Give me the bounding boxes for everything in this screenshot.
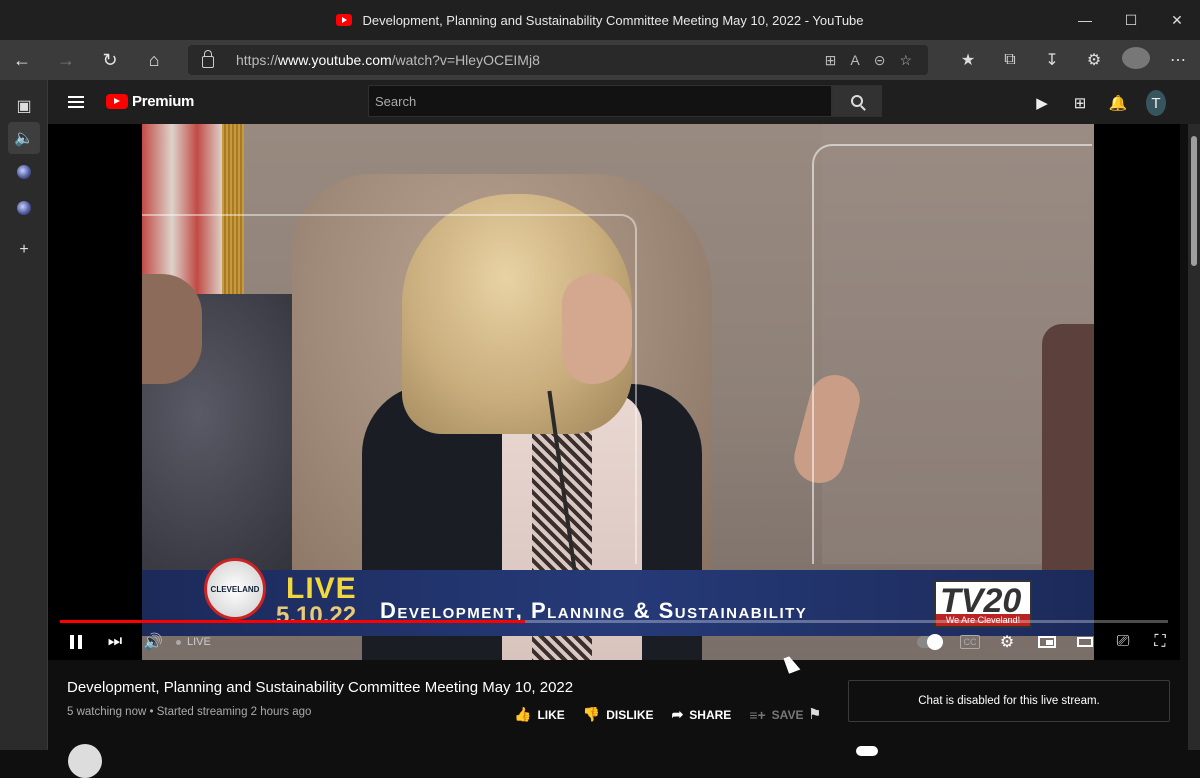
city-seal-logo: CLEVELAND: [204, 558, 266, 620]
share-button[interactable]: ➦ SHARE: [672, 706, 732, 723]
refresh-icon[interactable]: ↻: [88, 40, 132, 80]
home-icon[interactable]: ⌂: [132, 40, 176, 80]
share-icon: ➦: [671, 706, 684, 722]
minimize-icon[interactable]: —: [1062, 0, 1108, 40]
stream-start: Started streaming 2 hours ago: [156, 706, 312, 718]
subscribe-pill[interactable]: [856, 746, 878, 756]
progress-fill: [60, 620, 526, 623]
live-badge[interactable]: LIVE: [176, 630, 211, 654]
search-icon: [851, 95, 863, 107]
fullscreen-icon[interactable]: ⛶: [1150, 630, 1170, 654]
youtube-logo[interactable]: Premium: [106, 93, 194, 110]
browser-toolbar: ← → ↻ ⌂ https://www.youtube.com/watch?v=…: [0, 40, 1200, 80]
window-controls: — ☐ ✕: [1062, 0, 1200, 40]
favorites-icon[interactable]: ★: [954, 50, 982, 70]
like-button[interactable]: 👍 LIKE: [514, 706, 565, 723]
notifications-icon[interactable]: 🔔: [1108, 94, 1128, 112]
video-player[interactable]: CLEVELAND LIVE 5.10.22 Development, Plan…: [48, 124, 1180, 660]
user-avatar[interactable]: T: [1146, 90, 1166, 116]
video-frame[interactable]: CLEVELAND LIVE 5.10.22 Development, Plan…: [142, 124, 1094, 660]
live-dot-icon: [176, 639, 181, 645]
profile-avatar[interactable]: [1122, 46, 1150, 74]
cast-icon[interactable]: ⎚: [1112, 630, 1134, 654]
more-icon[interactable]: ⋯: [1164, 50, 1192, 70]
url-domain: www.youtube.com: [278, 52, 392, 68]
video-actions: 👍 LIKE 👎 DISLIKE ➦ SHARE ≡+ SAVE: [514, 706, 821, 723]
dislike-button[interactable]: 👎 DISLIKE: [583, 706, 654, 723]
autoplay-toggle[interactable]: [916, 630, 943, 654]
forward-icon[interactable]: →: [44, 40, 88, 80]
create-video-icon[interactable]: ▶: [1032, 94, 1052, 112]
maximize-icon[interactable]: ☐: [1108, 0, 1154, 40]
audio-tab-icon[interactable]: 🔈: [8, 122, 40, 154]
youtube-logo-icon: [106, 94, 128, 109]
address-bar[interactable]: https://www.youtube.com/watch?v=HleyOCEI…: [188, 45, 928, 75]
search-input[interactable]: Search: [368, 85, 832, 117]
progress-bar[interactable]: [60, 620, 1168, 623]
tab-actions-icon[interactable]: ▣: [8, 90, 40, 122]
settings-icon[interactable]: ⚙: [998, 630, 1016, 654]
lock-icon[interactable]: [202, 50, 214, 68]
menu-icon[interactable]: [68, 96, 84, 108]
collections-icon[interactable]: ⧉: [996, 51, 1024, 69]
logo-text: Premium: [132, 93, 195, 110]
captions-button[interactable]: CC: [960, 635, 980, 649]
scrollbar-thumb[interactable]: [1191, 136, 1197, 266]
chat-disabled-panel: Chat is disabled for this live stream.: [848, 680, 1170, 722]
pause-icon[interactable]: [68, 630, 84, 654]
close-icon[interactable]: ✕: [1154, 0, 1200, 40]
volume-icon[interactable]: 🔊: [143, 630, 163, 654]
channel-avatar[interactable]: [68, 744, 102, 778]
new-tab-icon[interactable]: +: [8, 234, 40, 266]
search-button[interactable]: [832, 85, 882, 117]
extensions-icon[interactable]: ⚙: [1080, 50, 1108, 70]
player-controls: ⏭ 🔊 LIVE CC ⚙ ⎚ ⛶: [48, 624, 1180, 660]
thumbs-down-icon: 👎: [582, 706, 601, 722]
browser-sidebar: ▣ 🔈 +: [0, 80, 48, 750]
browser-title-bar: Development, Planning and Sustainability…: [0, 0, 1200, 40]
miniplayer-icon[interactable]: [1036, 630, 1058, 654]
downloads-icon[interactable]: ↧: [1038, 50, 1066, 70]
url-path: /watch?v=HleyOCEIMj8: [391, 52, 540, 68]
thumbs-up-icon: 👍: [514, 706, 532, 722]
report-flag-icon[interactable]: ⚑: [808, 705, 821, 723]
read-aloud-icon[interactable]: A: [850, 52, 859, 69]
zoom-icon[interactable]: ⊝: [874, 52, 886, 69]
apps-grid-icon[interactable]: ⊞: [1070, 94, 1090, 112]
sidebar-site-icon-2[interactable]: [8, 192, 40, 224]
back-icon[interactable]: ←: [0, 40, 44, 80]
sidebar-site-icon[interactable]: [8, 156, 40, 188]
scrollbar[interactable]: [1188, 124, 1200, 750]
youtube-favicon-icon: [336, 14, 353, 26]
overlay-live-text: LIVE: [286, 572, 357, 605]
theater-mode-icon[interactable]: [1074, 630, 1096, 654]
video-title: Development, Planning and Sustainability…: [67, 679, 574, 696]
window-title: Development, Planning and Sustainability…: [362, 12, 864, 28]
watching-count: 5 watching now: [67, 706, 147, 718]
video-meta: 5 watching now • Started streaming 2 hou…: [67, 706, 312, 718]
youtube-header: Premium Search ▶ ⊞ 🔔 T: [48, 80, 1200, 124]
save-button[interactable]: ≡+ SAVE: [749, 706, 803, 723]
url-prefix: https://: [236, 52, 279, 68]
apps-available-icon[interactable]: ⊞: [825, 52, 837, 69]
add-favorite-icon[interactable]: ☆: [899, 52, 912, 69]
next-icon[interactable]: ⏭: [106, 630, 124, 654]
playlist-add-icon: ≡+: [749, 706, 766, 723]
